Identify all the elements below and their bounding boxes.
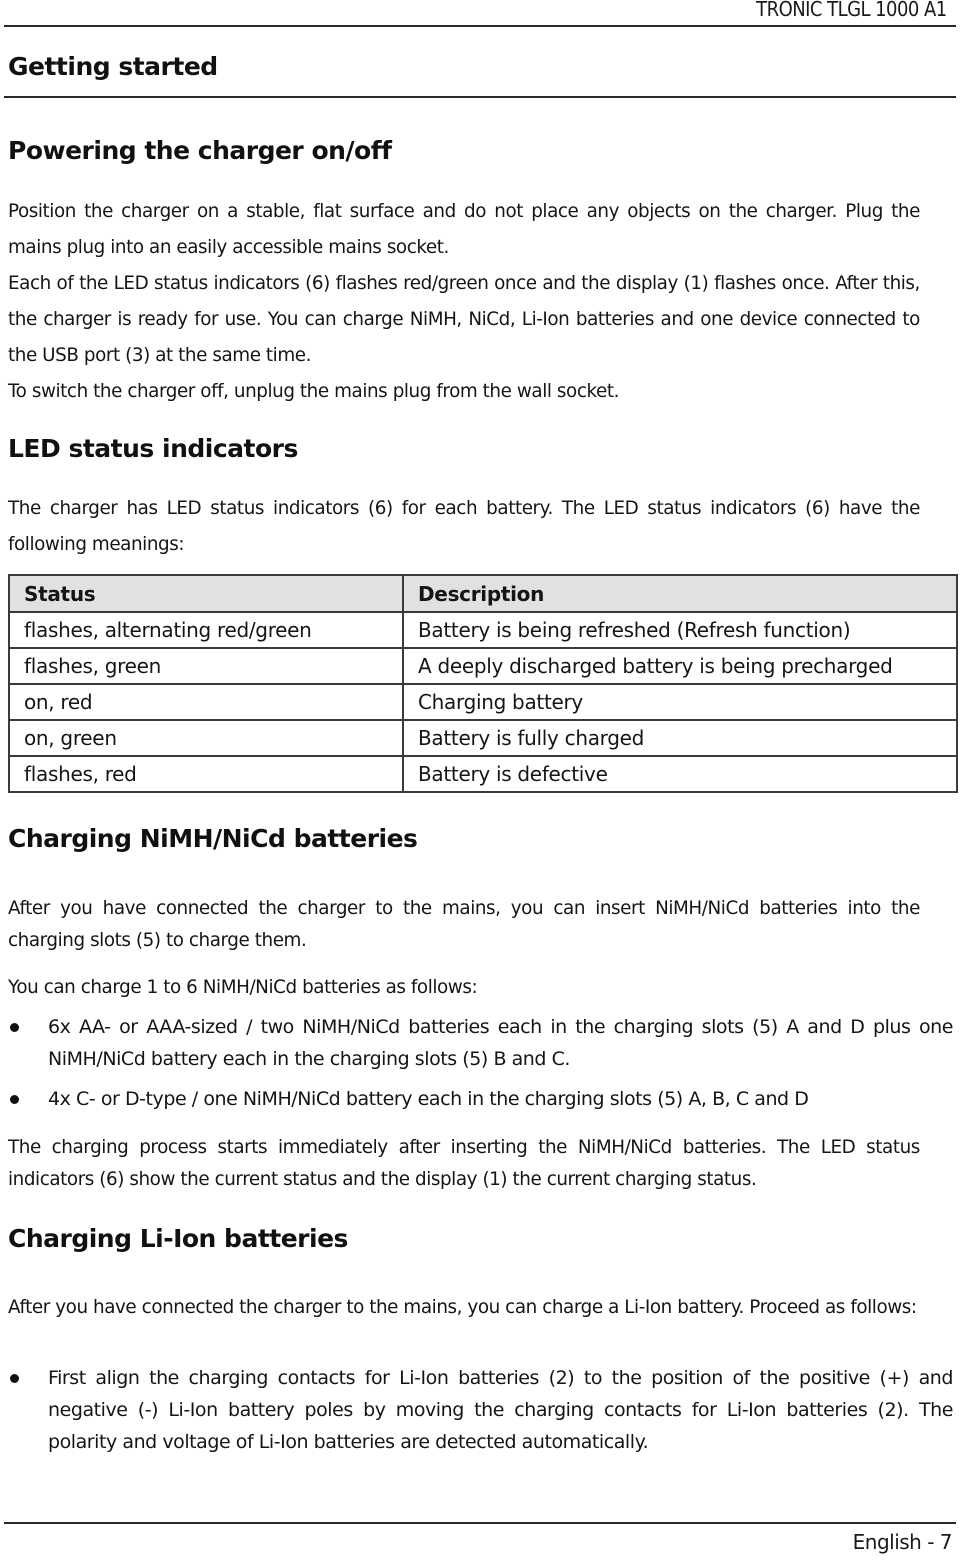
list-item: 6x AA- or AAA-sized / two NiMH/NiCd batt…	[8, 1011, 953, 1075]
table-row: flashes, alternating red/green Battery i…	[8, 611, 958, 649]
nimh-intro: After you have connected the charger to …	[8, 897, 920, 951]
nimh-lead: You can charge 1 to 6 NiMH/NiCd batterie…	[8, 976, 478, 998]
heading-powering: Powering the charger on/off	[8, 136, 392, 165]
heading-charging-liion: Charging Li-Ion batteries	[8, 1224, 348, 1253]
description-cell: Charging battery	[402, 683, 958, 721]
status-cell: on, red	[8, 683, 404, 721]
description-cell: A deeply discharged battery is being pre…	[402, 647, 958, 685]
bullet-icon	[10, 1374, 19, 1383]
table-row: on, green Battery is fully charged	[8, 719, 958, 757]
list-item-text: 6x AA- or AAA-sized / two NiMH/NiCd batt…	[48, 1016, 953, 1070]
led-intro: The charger has LED status indicators (6…	[8, 497, 920, 555]
status-cell: flashes, alternating red/green	[8, 611, 404, 649]
list-item: First align the charging contacts for Li…	[8, 1362, 953, 1458]
page-number: English - 7	[852, 1530, 953, 1554]
footer-rule	[4, 1522, 956, 1524]
status-cell: on, green	[8, 719, 404, 757]
nimh-outro: The charging process starts immediately …	[8, 1136, 920, 1190]
page-title: Getting started	[8, 52, 218, 81]
bullet-icon	[10, 1023, 19, 1032]
list-item-text: First align the charging contacts for Li…	[48, 1367, 953, 1453]
document-header-product: TRONIC TLGL 1000 A1	[756, 0, 947, 21]
heading-charging-nimh: Charging NiMH/NiCd batteries	[8, 824, 418, 853]
list-item: 4x C- or D-type / one NiMH/NiCd battery …	[8, 1083, 953, 1115]
liion-bullet-list: First align the charging contacts for Li…	[8, 1362, 953, 1458]
column-header-description: Description	[402, 574, 958, 613]
liion-intro: After you have connected the charger to …	[8, 1296, 917, 1318]
heading-led-status: LED status indicators	[8, 434, 298, 463]
status-cell: flashes, green	[8, 647, 404, 685]
nimh-bullet-list: 6x AA- or AAA-sized / two NiMH/NiCd batt…	[8, 1011, 953, 1115]
table-header-row: Status Description	[8, 574, 958, 613]
column-header-status: Status	[8, 574, 404, 613]
led-status-table: Status Description flashes, alternating …	[8, 574, 958, 793]
table-row: flashes, green A deeply discharged batte…	[8, 647, 958, 685]
description-cell: Battery is fully charged	[402, 719, 958, 757]
status-cell: flashes, red	[8, 755, 404, 793]
description-cell: Battery is being refreshed (Refresh func…	[402, 611, 958, 649]
description-cell: Battery is defective	[402, 755, 958, 793]
powering-para-2: Each of the LED status indicators (6) fl…	[8, 272, 920, 366]
table-row: on, red Charging battery	[8, 683, 958, 721]
table-row: flashes, red Battery is defective	[8, 755, 958, 793]
powering-body: Position the charger on a stable, flat s…	[8, 193, 920, 409]
list-item-text: 4x C- or D-type / one NiMH/NiCd battery …	[48, 1088, 809, 1110]
title-rule	[4, 96, 956, 98]
header-rule	[4, 25, 956, 27]
powering-para-3: To switch the charger off, unplug the ma…	[8, 380, 620, 402]
powering-para-1: Position the charger on a stable, flat s…	[8, 200, 920, 258]
bullet-icon	[10, 1095, 19, 1104]
